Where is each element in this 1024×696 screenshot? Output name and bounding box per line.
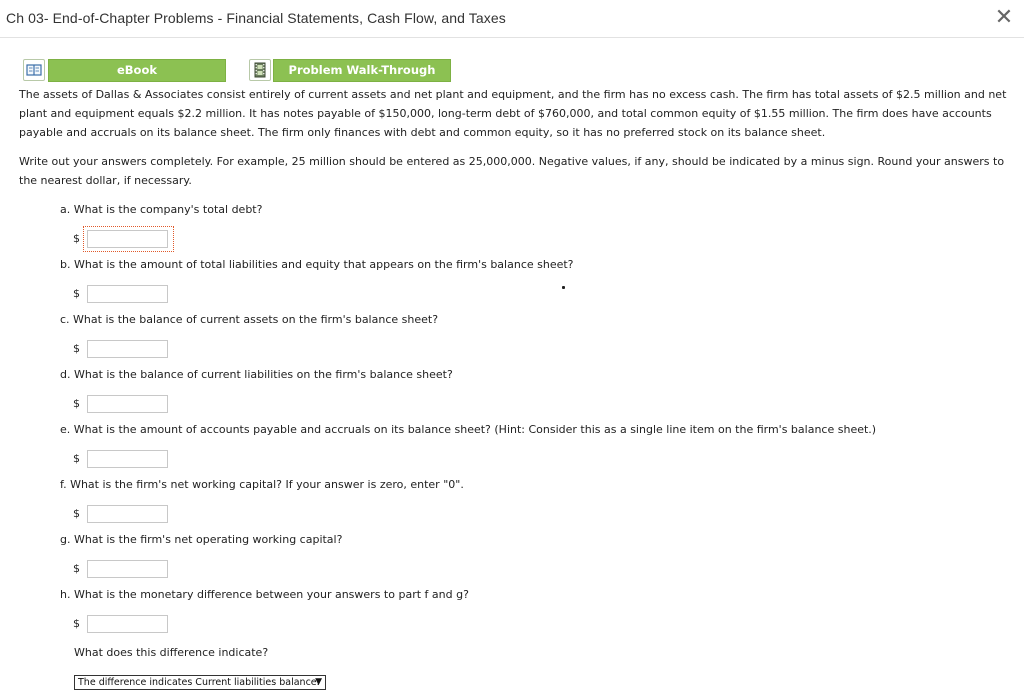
answer-e-input[interactable] [87, 450, 168, 468]
mouse-cursor-dot [562, 286, 565, 289]
question-b: b. What is the amount of total liabiliti… [60, 258, 574, 271]
film-strip-icon [254, 62, 266, 78]
answer-d-input[interactable] [87, 395, 168, 413]
difference-dropdown[interactable]: The difference indicates Current liabili… [74, 675, 326, 690]
answer-h-input[interactable] [87, 615, 168, 633]
question-g: g. What is the firm's net operating work… [60, 533, 343, 546]
problem-intro: The assets of Dallas & Associates consis… [19, 85, 1009, 142]
instructions-line: the nearest dollar, if necessary. [19, 174, 192, 187]
question-h: h. What is the monetary difference betwe… [60, 588, 469, 601]
answer-b-input[interactable] [87, 285, 168, 303]
question-e: e. What is the amount of accounts payabl… [60, 423, 877, 436]
question-f: f. What is the firm's net working capita… [60, 478, 464, 491]
problem-intro-line: The assets of Dallas & Associates consis… [19, 88, 1007, 101]
ebook-button[interactable]: eBook [48, 59, 226, 82]
problem-walkthrough-button[interactable]: Problem Walk-Through [273, 59, 451, 82]
answer-f-input[interactable] [87, 505, 168, 523]
chevron-down-icon: ▼ [315, 677, 322, 687]
question-c: c. What is the balance of current assets… [60, 313, 439, 326]
window-title: Ch 03- End-of-Chapter Problems - Financi… [6, 10, 506, 26]
question-a: a. What is the company's total debt? [60, 203, 263, 216]
currency-symbol: $ [73, 342, 80, 355]
currency-symbol: $ [73, 452, 80, 465]
close-icon[interactable]: ✕ [994, 6, 1014, 30]
problem-intro-line: plant and equipment equals $2.2 million.… [19, 107, 992, 120]
instructions: Write out your answers completely. For e… [19, 152, 1009, 190]
currency-symbol: $ [73, 287, 80, 300]
instructions-line: Write out your answers completely. For e… [19, 155, 1005, 168]
open-book-icon [26, 64, 42, 76]
currency-symbol: $ [73, 232, 80, 245]
title-bar: Ch 03- End-of-Chapter Problems - Financi… [0, 0, 1024, 38]
currency-symbol: $ [73, 617, 80, 630]
answer-a-input[interactable] [87, 230, 168, 248]
answer-c-input[interactable] [87, 340, 168, 358]
currency-symbol: $ [73, 562, 80, 575]
currency-symbol: $ [73, 507, 80, 520]
currency-symbol: $ [73, 397, 80, 410]
dropdown-selected-value: The difference indicates Current liabili… [78, 677, 320, 688]
problem-intro-line: payable and accruals on its balance shee… [19, 126, 826, 139]
answer-g-input[interactable] [87, 560, 168, 578]
walkthrough-icon-box[interactable] [249, 59, 271, 81]
followup-question: What does this difference indicate? [74, 646, 269, 659]
ebook-icon-box[interactable] [23, 59, 45, 81]
question-d: d. What is the balance of current liabil… [60, 368, 453, 381]
